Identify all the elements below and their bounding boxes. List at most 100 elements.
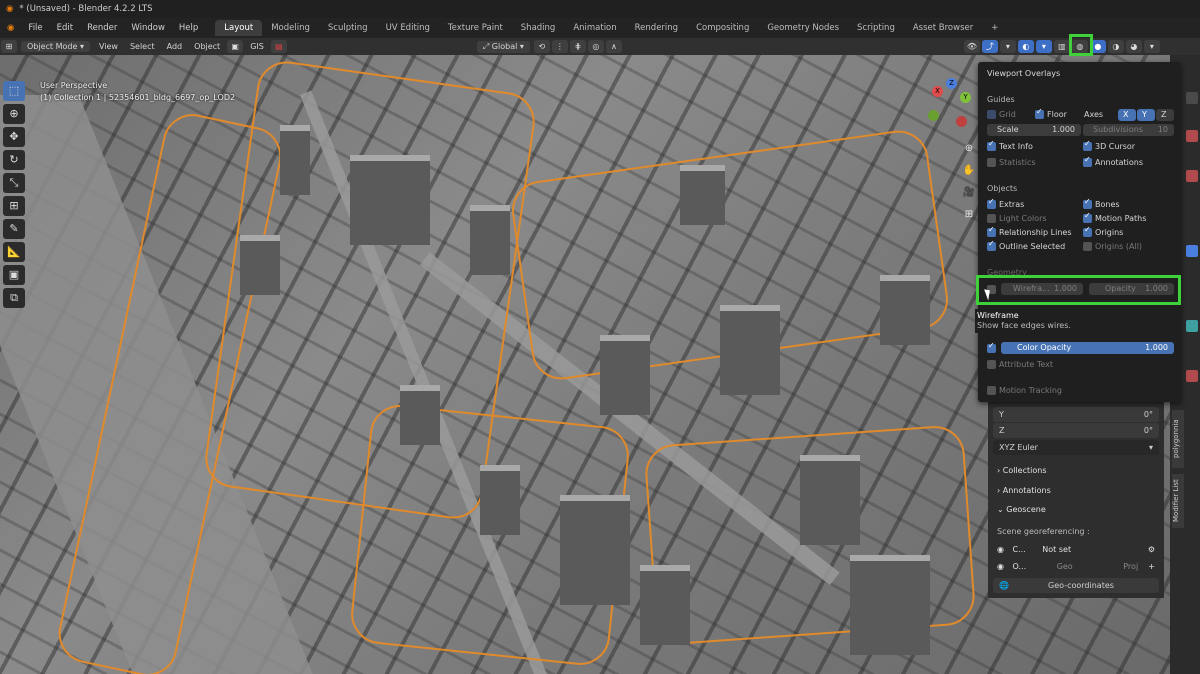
3d-cursor-checkbox[interactable] <box>1083 139 1092 151</box>
rendered-shading-icon[interactable]: ◕ <box>1125 40 1142 53</box>
rotation-z-field[interactable]: Z 0° <box>993 423 1159 438</box>
crs-radio-icon[interactable]: ◉ <box>997 545 1004 554</box>
geoscene-section[interactable]: ⌄ Geoscene <box>993 502 1159 518</box>
tool-icon[interactable] <box>1186 92 1198 104</box>
pivot-icon[interactable]: ⟲ <box>533 40 550 53</box>
scale-field[interactable]: Scale 1.000 <box>987 124 1081 136</box>
modifier-icon[interactable] <box>1186 320 1198 332</box>
subdivisions-field[interactable]: Subdivisions 10 <box>1083 124 1174 136</box>
gizmo-dropdown-icon[interactable]: ▾ <box>999 40 1016 53</box>
statistics-checkbox[interactable] <box>987 158 996 167</box>
navigation-gizmo[interactable]: X Y Z <box>922 78 982 138</box>
snap-icon[interactable]: ⋮ <box>551 40 568 53</box>
rotation-y-field[interactable]: Y 0° <box>993 407 1159 422</box>
collections-section[interactable]: › Collections <box>993 463 1159 479</box>
extrude-icon[interactable]: ⧉ <box>3 288 25 308</box>
origins-all-checkbox[interactable] <box>1083 242 1092 251</box>
proportional-edit-icon[interactable]: ◎ <box>587 40 604 53</box>
measure-icon[interactable]: 📐 <box>3 242 25 262</box>
outline-selected-checkbox[interactable] <box>987 239 996 251</box>
menu-gis[interactable]: GIS <box>244 42 270 51</box>
annotate-icon[interactable]: ✎ <box>3 219 25 239</box>
motion-paths-checkbox[interactable] <box>1083 211 1092 223</box>
gizmo-neg-axis[interactable] <box>928 110 939 121</box>
cursor-icon[interactable]: ⊕ <box>3 104 25 124</box>
select-box-icon[interactable]: ⬚ <box>3 81 25 101</box>
rotate-icon[interactable]: ↻ <box>3 150 25 170</box>
menu-help[interactable]: Help <box>172 23 205 33</box>
annotations-section[interactable]: › Annotations <box>993 483 1159 499</box>
menu-view[interactable]: View <box>93 42 124 51</box>
gizmo-z-axis[interactable]: Z <box>946 78 957 89</box>
snap-target-icon[interactable]: ⋕ <box>569 40 586 53</box>
tab-layout[interactable]: Layout <box>215 20 263 36</box>
add-cube-icon[interactable]: ▣ <box>3 265 25 285</box>
menu-edit[interactable]: Edit <box>50 23 80 33</box>
side-tab-polygonnia[interactable]: polygonnia <box>1172 410 1184 468</box>
xray-icon[interactable]: ▥ <box>1053 40 1070 53</box>
menu-window[interactable]: Window <box>124 23 172 33</box>
gear-icon[interactable]: ⚙ <box>1148 542 1155 558</box>
pan-hand-icon[interactable]: ✋ <box>962 164 976 178</box>
overlays-icon[interactable]: ◐ <box>1017 40 1034 53</box>
light-colors-checkbox[interactable] <box>987 214 996 223</box>
world-icon[interactable] <box>1186 170 1198 182</box>
scene-icon[interactable] <box>1186 130 1198 142</box>
object-type-icon[interactable]: ▣ <box>227 40 244 53</box>
tab-sculpting[interactable]: Sculpting <box>319 20 377 36</box>
rotation-mode-select[interactable]: XYZ Euler ▾ <box>993 440 1159 455</box>
text-info-checkbox[interactable] <box>987 139 996 151</box>
tab-scripting[interactable]: Scripting <box>848 20 904 36</box>
grid-checkbox[interactable] <box>987 110 996 119</box>
side-tab-modifier-list[interactable]: Modifier List <box>1172 474 1184 528</box>
editor-type-icon[interactable]: ⊞ <box>1 40 17 53</box>
geo-button[interactable]: Geo <box>1057 562 1073 571</box>
transform-icon[interactable]: ⊞ <box>3 196 25 216</box>
mode-select[interactable]: Object Mode ▾ <box>21 41 90 52</box>
tab-shading[interactable]: Shading <box>512 20 565 36</box>
tab-animation[interactable]: Animation <box>564 20 625 36</box>
tab-rendering[interactable]: Rendering <box>626 20 687 36</box>
tab-texture-paint[interactable]: Texture Paint <box>439 20 512 36</box>
annotations-checkbox[interactable] <box>1083 155 1092 167</box>
origins-checkbox[interactable] <box>1083 225 1092 237</box>
gizmo-y-axis[interactable]: Y <box>960 92 971 103</box>
scale-icon[interactable]: ⤡ <box>3 173 25 193</box>
gizmo-neg-axis[interactable] <box>956 116 967 127</box>
menu-file[interactable]: File <box>21 23 49 33</box>
relationship-lines-checkbox[interactable] <box>987 225 996 237</box>
color-opacity-checkbox[interactable] <box>987 341 996 353</box>
add-icon[interactable]: + <box>1148 559 1155 575</box>
add-workspace-button[interactable]: + <box>982 20 1007 36</box>
tab-modeling[interactable]: Modeling <box>262 20 319 36</box>
motion-tracking-checkbox[interactable] <box>987 386 996 395</box>
menu-object[interactable]: Object <box>188 42 226 51</box>
axis-x-toggle[interactable]: X <box>1118 109 1136 121</box>
tab-geometry-nodes[interactable]: Geometry Nodes <box>758 20 848 36</box>
tab-uv-editing[interactable]: UV Editing <box>377 20 439 36</box>
floor-checkbox[interactable] <box>1035 107 1044 119</box>
color-opacity-slider[interactable]: Color Opacity 1.000 <box>1001 342 1174 354</box>
shading-dropdown-icon[interactable]: ▾ <box>1143 40 1160 53</box>
axis-y-toggle[interactable]: Y <box>1137 109 1155 121</box>
visibility-icon[interactable]: 👁 <box>963 40 980 53</box>
move-icon[interactable]: ✥ <box>3 127 25 147</box>
attribute-text-checkbox[interactable] <box>987 360 996 369</box>
menu-render[interactable]: Render <box>80 23 124 33</box>
tab-compositing[interactable]: Compositing <box>687 20 758 36</box>
gizmo-icon[interactable]: ⤴ <box>981 40 998 53</box>
menu-add[interactable]: Add <box>161 42 189 51</box>
gis-red-icon[interactable]: ▤ <box>270 40 287 53</box>
geo-coordinates-button[interactable]: 🌐 Geo-coordinates <box>993 578 1159 593</box>
falloff-icon[interactable]: ∧ <box>605 40 622 53</box>
data-icon[interactable] <box>1186 370 1198 382</box>
blender-menu-icon[interactable]: ◉ <box>0 23 21 33</box>
origin-radio-icon[interactable]: ◉ <box>997 562 1004 571</box>
camera-icon[interactable]: 🎥 <box>962 186 976 200</box>
grid-view-icon[interactable]: ⊞ <box>962 208 976 222</box>
menu-select[interactable]: Select <box>124 42 161 51</box>
material-shading-icon[interactable]: ◑ <box>1107 40 1124 53</box>
proj-button[interactable]: Proj <box>1123 562 1138 571</box>
overlays-dropdown-icon[interactable]: ▾ <box>1035 40 1052 53</box>
object-icon[interactable] <box>1186 245 1198 257</box>
